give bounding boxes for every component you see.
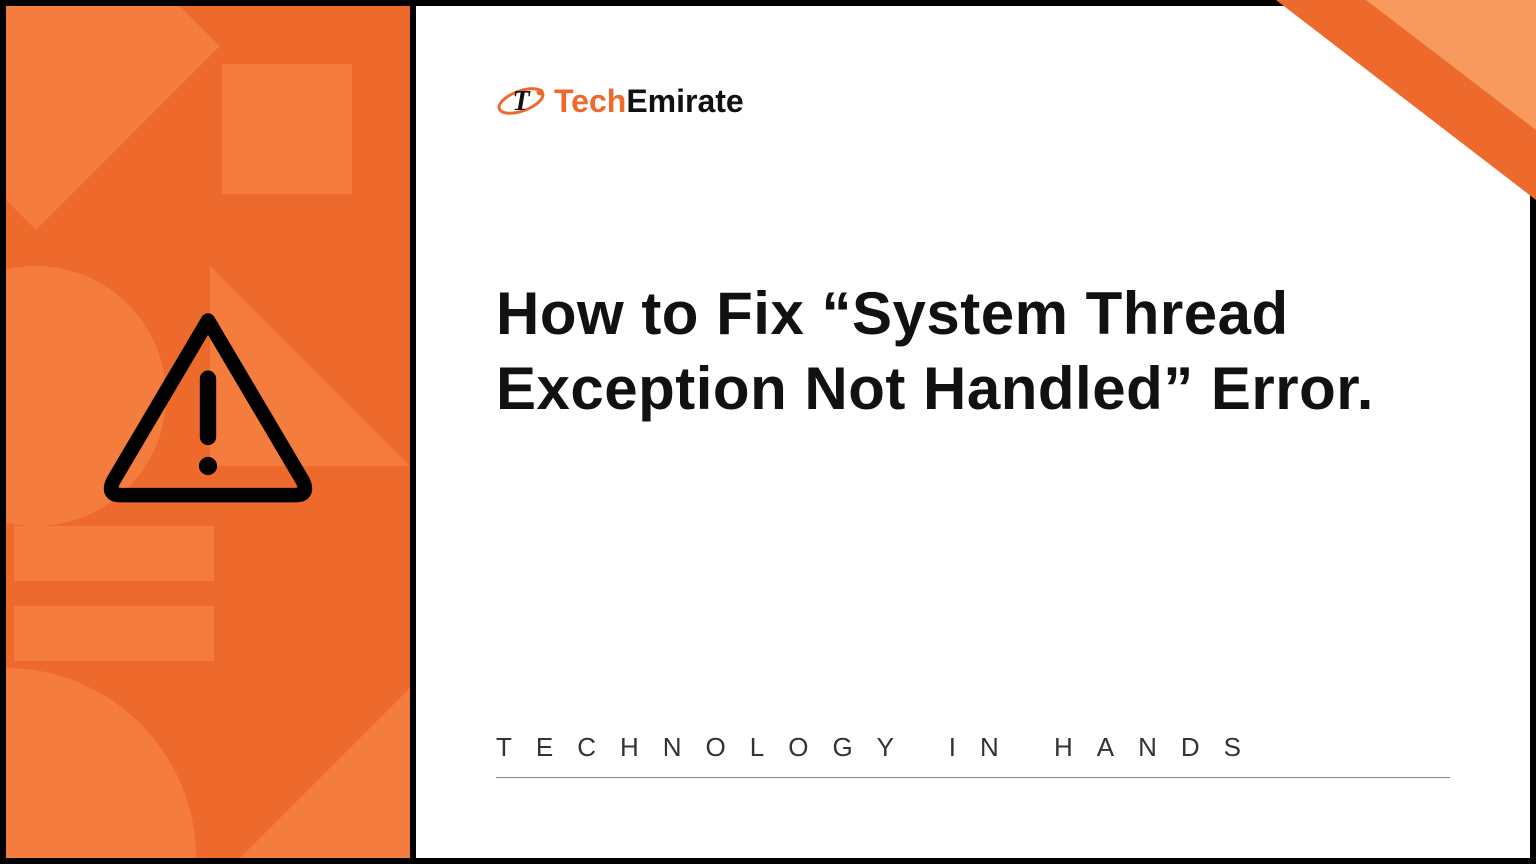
svg-text:T: T — [512, 86, 531, 117]
shape-square — [222, 64, 352, 194]
tagline-container: TECHNOLOGY IN HANDS — [496, 732, 1450, 778]
content-panel: T TechEmirate How to Fix “System Thread … — [416, 6, 1530, 858]
corner-triangle-inner — [1366, 0, 1536, 130]
article-headline: How to Fix “System Thread Exception Not … — [496, 276, 1450, 426]
brand-logo-prefix: Tech — [554, 83, 626, 119]
brand-logo-suffix: Emirate — [626, 83, 743, 119]
warning-triangle-icon — [98, 306, 318, 506]
shape-diamond — [6, 6, 220, 230]
brand-tagline: TECHNOLOGY IN HANDS — [496, 732, 1450, 778]
shape-bar — [14, 606, 214, 661]
shape-triangle — [220, 688, 410, 858]
shape-quarter-circle — [6, 668, 196, 858]
techemirate-logo-mark-icon: T — [496, 76, 546, 126]
left-decorative-panel — [6, 6, 416, 858]
shape-bar — [14, 526, 214, 581]
brand-logo-text: TechEmirate — [554, 83, 744, 120]
banner-canvas: T TechEmirate How to Fix “System Thread … — [0, 0, 1536, 864]
